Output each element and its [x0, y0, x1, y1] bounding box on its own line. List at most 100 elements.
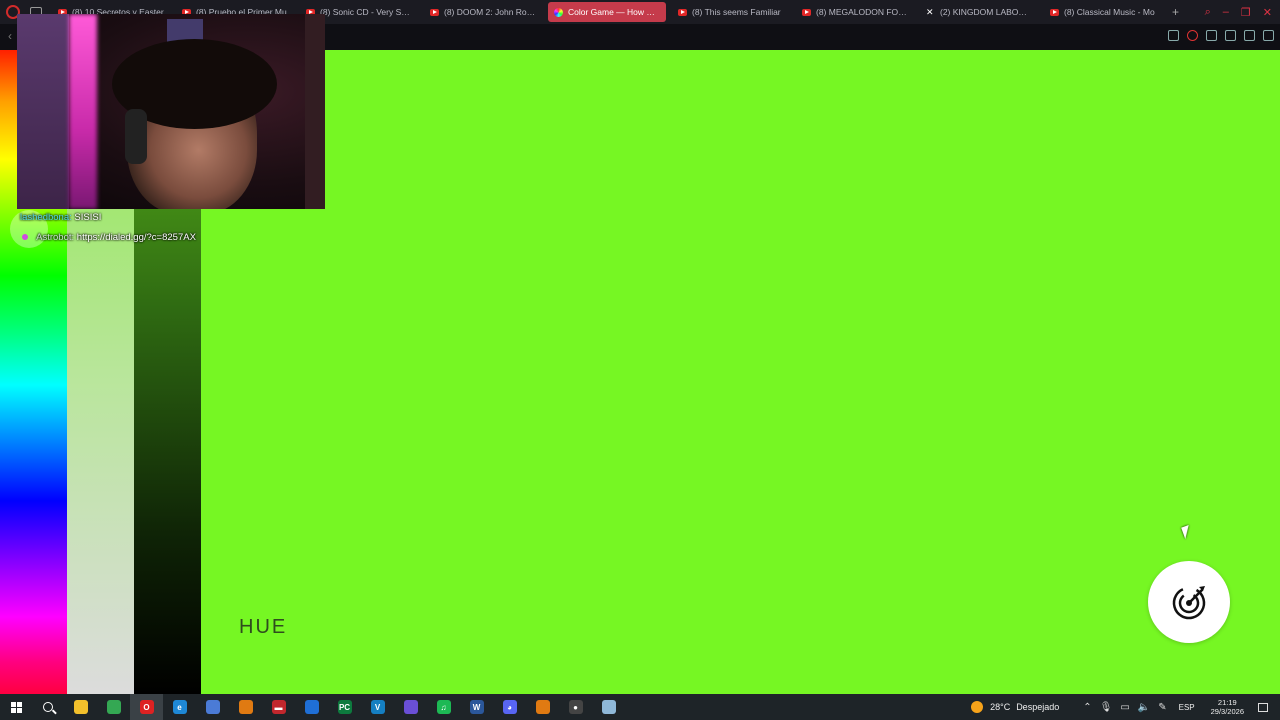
- browser-tab[interactable]: (8) This seems Familiar: [672, 2, 790, 22]
- extensions-icon[interactable]: [1206, 30, 1217, 41]
- taskbar-app-opera[interactable]: O: [130, 694, 163, 720]
- language-indicator[interactable]: ESP: [1179, 703, 1195, 712]
- translate-icon[interactable]: [1168, 30, 1179, 41]
- target-icon: [1172, 586, 1206, 620]
- obs-icon: [535, 700, 550, 714]
- taskbar-search-button[interactable]: [32, 694, 64, 720]
- chevron-up-icon[interactable]: ⌃: [1083, 702, 1091, 713]
- browser-tab-label: (8) MEGALODON FOUND: [816, 7, 908, 17]
- weather-condition[interactable]: Despejado: [1016, 702, 1059, 712]
- taskbar-app-spotify[interactable]: ♫: [427, 694, 460, 720]
- file-explorer-icon: [73, 700, 88, 714]
- app-gem-icon: [403, 700, 418, 714]
- x-icon: ✕: [926, 6, 934, 17]
- system-tray: 28°C Despejado ⌃ 🎙 ▭ 🔈 ✎ ESP 21:19 29/3/…: [971, 694, 1280, 720]
- taskbar-app-streamer-bot[interactable]: ▬: [262, 694, 295, 720]
- app-ball-icon: ●: [568, 700, 583, 714]
- account-icon[interactable]: [1225, 30, 1236, 41]
- weather-sun-icon[interactable]: [971, 701, 984, 713]
- back-arrow-icon[interactable]: ‹: [8, 29, 12, 43]
- taskbar-app-app-orange[interactable]: [229, 694, 262, 720]
- spotify-icon: ♫: [436, 700, 451, 714]
- vpn-icon[interactable]: [1187, 30, 1198, 41]
- restore-button[interactable]: ❐: [1241, 6, 1251, 19]
- youtube-icon: [430, 8, 439, 16]
- edge-icon: e: [172, 700, 187, 714]
- bot-badge-icon: [22, 234, 28, 241]
- youtube-icon: [1050, 8, 1059, 16]
- app-orange-icon: [238, 700, 253, 714]
- webcam-light: [69, 14, 97, 209]
- webcam-door: [305, 14, 325, 209]
- taskbar-app-vegas[interactable]: V: [361, 694, 394, 720]
- new-tab-button[interactable]: +: [1172, 5, 1179, 19]
- chrome-icon: [106, 700, 121, 714]
- browser-tab[interactable]: ✕ (2) KINGDOM LABORATO: [920, 2, 1038, 22]
- discord-icon: ◕: [502, 700, 517, 714]
- taskbar-app-notepad[interactable]: [592, 694, 625, 720]
- taskbar-app-app-gem[interactable]: [394, 694, 427, 720]
- browser-tab-label: Color Game — How Well: [568, 7, 660, 17]
- pycharm-icon: PC: [337, 700, 352, 714]
- webcam-overlay: [17, 14, 325, 209]
- submit-guess-button[interactable]: [1148, 561, 1230, 643]
- word-icon: W: [469, 700, 484, 714]
- vegas-icon: V: [370, 700, 385, 714]
- active-slider-label: HUE: [239, 616, 288, 638]
- chat-username: Astrobot:: [36, 232, 75, 243]
- webcam-wall: [17, 14, 69, 209]
- taskbar-app-edge[interactable]: e: [163, 694, 196, 720]
- taskbar-app-obs[interactable]: [526, 694, 559, 720]
- minimize-button[interactable]: –: [1223, 6, 1229, 18]
- browser-tab-label: (8) Classical Music - Mo: [1064, 7, 1155, 17]
- clock-date: 29/3/2026: [1210, 707, 1244, 716]
- mouse-pointer-icon: [1181, 524, 1193, 540]
- chat-username: lashedbona:: [20, 212, 72, 223]
- taskbar-app-discord[interactable]: ◕: [493, 694, 526, 720]
- clock-time: 21:19: [1217, 698, 1237, 707]
- browser-tab-label: (8) Sonic CD - Very Scar: [320, 7, 412, 17]
- browser-tab[interactable]: Color Game — How Well: [548, 2, 666, 22]
- taskbar-app-word[interactable]: W: [460, 694, 493, 720]
- youtube-icon: [802, 8, 811, 16]
- start-button[interactable]: [0, 694, 32, 720]
- windows-taskbar: Oe ▬ PC V ♫ W ◕ ● 28°C Despejado ⌃ 🎙 ▭ 🔈 ✎ ESP …: [0, 694, 1280, 720]
- browser-tab[interactable]: (8) DOOM 2: John Romer: [424, 2, 542, 22]
- headphones-icon: [125, 109, 147, 164]
- opera-icon: O: [139, 700, 154, 714]
- browser-tab[interactable]: (8) MEGALODON FOUND: [796, 2, 914, 22]
- search-icon: [43, 702, 53, 712]
- chat-link[interactable]: https://dialed.gg/?c=8257AX: [77, 232, 196, 243]
- taskbar-app-file-explorer[interactable]: [64, 694, 97, 720]
- tab-search-icon[interactable]: ⌕: [1205, 6, 1211, 19]
- taskbar-app-app-ball[interactable]: ●: [559, 694, 592, 720]
- windows-logo-icon: [10, 701, 22, 713]
- color-wheel-icon: [554, 7, 563, 17]
- taskbar-app-chrome[interactable]: [97, 694, 130, 720]
- pinned-apps: Oe ▬ PC V ♫ W ◕ ●: [64, 694, 625, 720]
- microphone-icon[interactable]: 🎙: [1100, 702, 1113, 713]
- browser-tab-label: (2) KINGDOM LABORATO: [940, 7, 1032, 17]
- taskbar-app-app-blue[interactable]: [295, 694, 328, 720]
- menu-icon[interactable]: [1263, 30, 1274, 41]
- youtube-icon: [678, 8, 687, 16]
- pen-icon[interactable]: ✎: [1158, 702, 1166, 713]
- browser-tab[interactable]: (8) Classical Music - Mo: [1044, 2, 1162, 22]
- weather-temperature[interactable]: 28°C: [990, 702, 1010, 712]
- taskbar-app-app-swirl[interactable]: [196, 694, 229, 720]
- window-controls: ⌕ – ❐ ✕: [1205, 6, 1280, 19]
- network-icon[interactable]: ▭: [1120, 702, 1129, 713]
- taskbar-app-pycharm[interactable]: PC: [328, 694, 361, 720]
- streamer-bot-icon: ▬: [271, 700, 286, 714]
- download-icon[interactable]: [1244, 30, 1255, 41]
- volume-icon[interactable]: 🔈: [1138, 702, 1150, 713]
- toolbar-extensions: [1168, 30, 1274, 41]
- chat-message: lashedbona: SISISI: [20, 212, 101, 223]
- app-swirl-icon: [205, 700, 220, 714]
- close-button[interactable]: ✕: [1263, 6, 1272, 19]
- browser-tab-label: (8) DOOM 2: John Romer: [444, 7, 536, 17]
- chat-text: SISISI: [74, 212, 102, 223]
- notifications-icon[interactable]: [1258, 702, 1268, 712]
- taskbar-clock[interactable]: 21:19 29/3/2026: [1211, 698, 1244, 716]
- notepad-icon: [601, 700, 616, 714]
